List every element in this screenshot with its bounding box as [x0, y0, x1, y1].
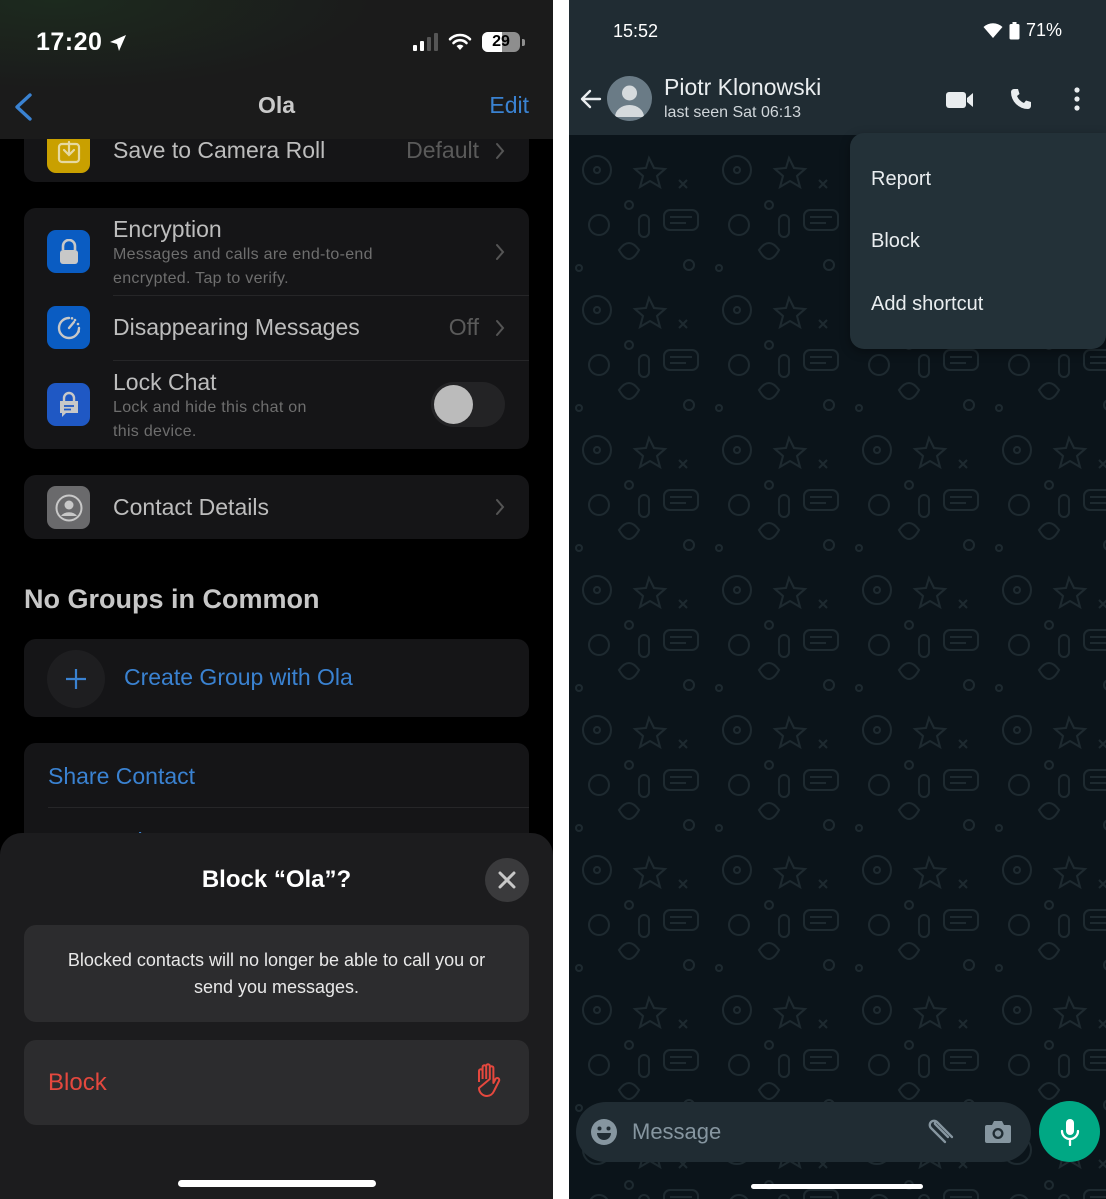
disappearing-messages-label: Disappearing Messages [113, 314, 360, 340]
encryption-description-line1: Messages and calls are end-to-end [113, 246, 373, 263]
android-chat-screen: 15:52 71% Piotr Klonowski last seen Sat … [569, 0, 1106, 1199]
back-arrow-icon[interactable] [579, 87, 603, 111]
message-input-placeholder: Message [632, 1119, 722, 1144]
chevron-right-icon [496, 244, 505, 260]
lock-chat-row: Lock Chat Lock and hide this chat on thi… [24, 361, 529, 449]
timer-icon [47, 306, 90, 349]
page-title: Ola [257, 92, 296, 118]
lock-chat-toggle[interactable] [431, 382, 505, 427]
battery-percent: 29 [492, 33, 510, 50]
lock-chat-description-line2: this device. [113, 423, 197, 440]
chevron-right-icon [496, 499, 505, 515]
microphone-icon [1060, 1118, 1079, 1146]
contact-name[interactable]: Piotr Klonowski [664, 74, 821, 101]
save-to-camera-roll-label: Save to Camera Roll [113, 137, 326, 163]
create-group-row[interactable]: Create Group with Ola [24, 639, 529, 717]
battery-icon: 29 [482, 32, 520, 52]
status-bar-indicators: 29 [413, 32, 525, 52]
encryption-label: Encryption [113, 216, 222, 242]
create-group-label: Create Group with Ola [124, 664, 353, 690]
menu-item-block[interactable]: Block [871, 230, 920, 253]
sheet-message: Blocked contacts will no longer be able … [24, 925, 529, 1022]
last-seen-status: last seen Sat 06:13 [664, 104, 801, 121]
more-options-icon[interactable] [1069, 86, 1085, 112]
chevron-right-icon [496, 143, 505, 159]
lock-chat-description-line1: Lock and hide this chat on [113, 399, 307, 416]
status-bar-indicators: 71% [983, 20, 1062, 41]
wifi-icon [983, 22, 1003, 38]
voice-call-icon[interactable] [1009, 87, 1033, 111]
voice-message-button[interactable] [1039, 1101, 1100, 1162]
groups-section-title: No Groups in Common [24, 584, 320, 614]
lock-chat-icon [47, 383, 90, 426]
block-button-label: Block [48, 1069, 107, 1096]
emoji-icon[interactable] [590, 1118, 618, 1146]
lock-icon [47, 230, 90, 273]
block-button[interactable]: Block [24, 1040, 529, 1125]
location-arrow-icon [110, 34, 127, 51]
share-contact-label: Share Contact [48, 763, 196, 789]
camera-icon[interactable] [984, 1119, 1012, 1145]
battery-icon [1009, 21, 1020, 39]
ios-navigation-header: 17:20 29 Ola Edit [0, 0, 553, 139]
status-bar-time: 15:52 [613, 21, 659, 41]
gesture-navigation-bar [751, 1184, 923, 1189]
sheet-title: Block “Ola”? [201, 866, 352, 893]
save-to-camera-roll-value: Default [406, 137, 479, 163]
video-call-icon[interactable] [946, 90, 974, 110]
encryption-description-line2: encrypted. Tap to verify. [113, 270, 289, 287]
contact-details-card: Contact Details [24, 475, 529, 539]
message-composer[interactable]: Message [576, 1102, 1031, 1162]
contact-avatar[interactable] [607, 76, 652, 121]
chevron-right-icon [496, 320, 505, 336]
contact-details-label: Contact Details [113, 494, 269, 520]
home-indicator [178, 1180, 376, 1187]
chat-header: 15:52 71% Piotr Klonowski last seen Sat … [569, 0, 1106, 135]
ios-contact-info-screen: 17:20 29 Ola Edit Save to Camera Roll De… [0, 0, 553, 1199]
wifi-icon [448, 33, 472, 50]
contact-details-row[interactable]: Contact Details [24, 475, 529, 539]
person-circle-icon [47, 486, 90, 529]
attach-paperclip-icon[interactable] [926, 1118, 956, 1146]
block-confirmation-sheet: Block “Ola”? Blocked contacts will no lo… [0, 833, 553, 1199]
encryption-row[interactable]: Encryption Messages and calls are end-to… [24, 208, 529, 296]
cellular-signal-icon [413, 33, 438, 51]
time-text: 17:20 [36, 28, 103, 56]
default-person-icon [615, 85, 644, 117]
close-button[interactable] [485, 858, 529, 902]
battery-percent: 71% [1025, 20, 1062, 40]
lock-chat-label: Lock Chat [113, 369, 217, 395]
groups-card: Create Group with Ola [24, 639, 529, 717]
toggle-knob [434, 385, 473, 424]
close-icon [498, 871, 516, 889]
menu-item-report[interactable]: Report [871, 168, 931, 191]
overflow-menu: Report Block Add shortcut [850, 133, 1106, 349]
share-contact-row[interactable]: Share Contact [24, 743, 529, 807]
edit-button[interactable]: Edit [489, 92, 529, 119]
security-settings-card: Encryption Messages and calls are end-to… [24, 208, 529, 449]
hand-raised-icon [478, 1063, 501, 1097]
disappearing-messages-value: Off [448, 314, 479, 340]
disappearing-messages-row[interactable]: Disappearing Messages Off [24, 296, 529, 360]
plus-icon [47, 650, 105, 708]
status-bar-time: 17:20 [36, 28, 128, 57]
menu-item-add-shortcut[interactable]: Add shortcut [871, 293, 983, 316]
